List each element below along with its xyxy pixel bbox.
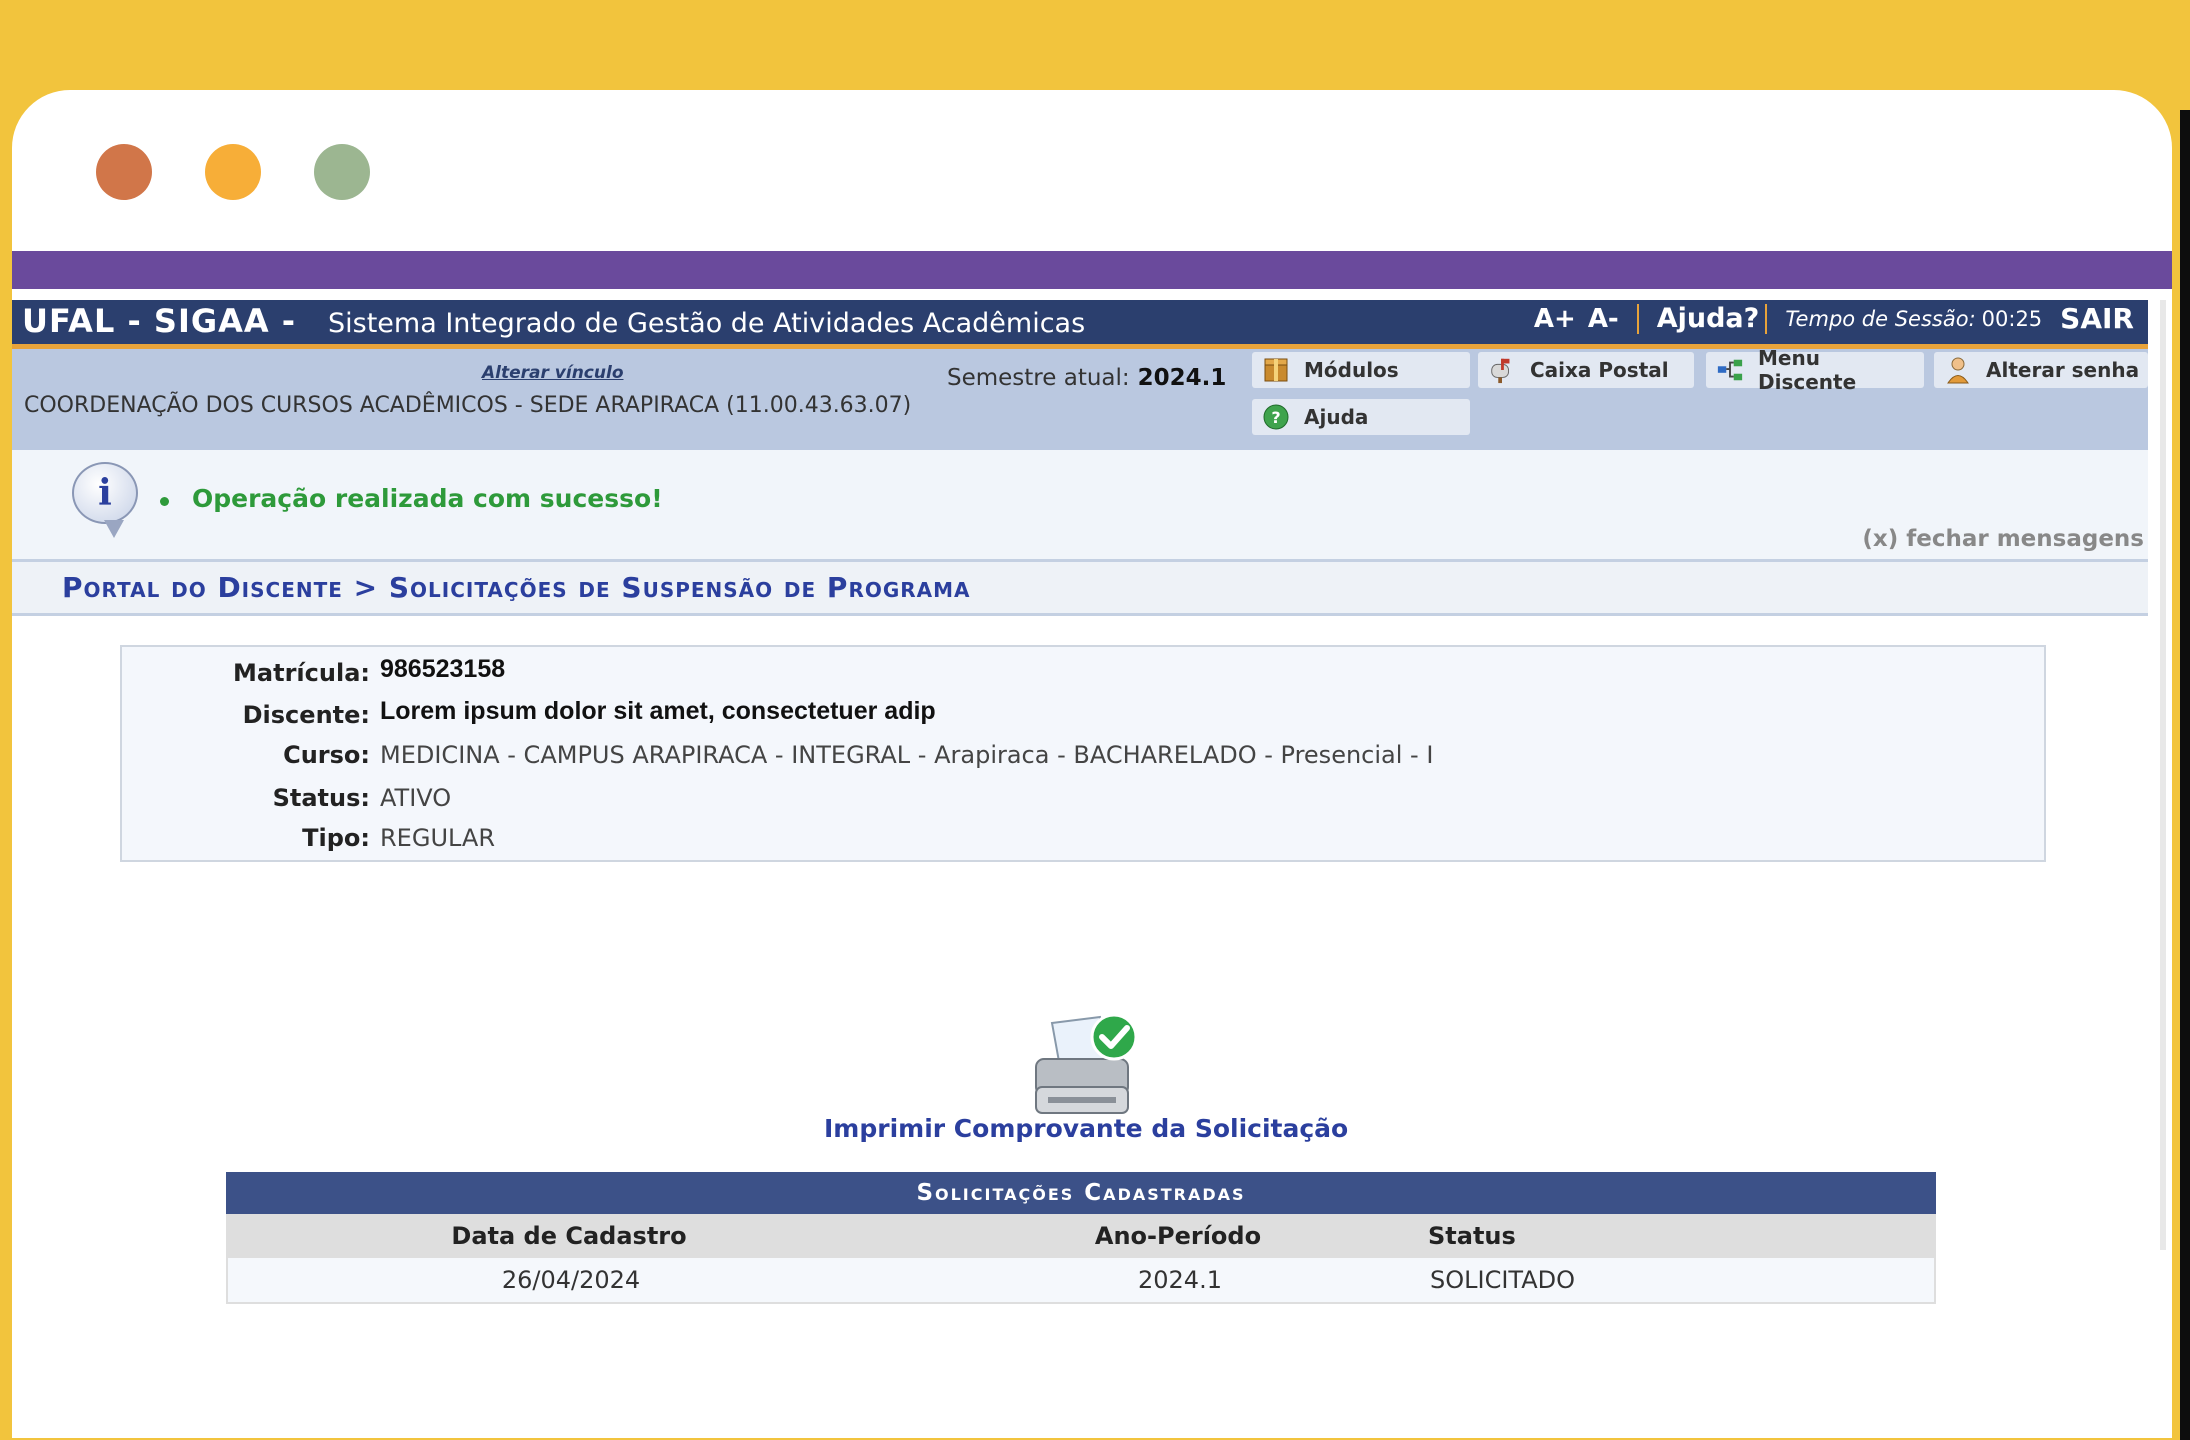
font-increase-button[interactable]: A+ [1534,304,1576,334]
window-edge [2180,110,2190,1440]
header-status: Status [1428,1222,1516,1250]
sigaa-app: UFAL - SIGAA - Sistema Integrado de Gest… [12,300,2148,1438]
session-label: Tempo de Sessão: [1785,306,1976,331]
discente-row: Discente: Lorem ipsum dolor sit amet, co… [122,697,2022,731]
app-header: UFAL - SIGAA - Sistema Integrado de Gest… [12,300,2148,349]
matricula-row: Matrícula: 986523158 [122,655,2022,689]
semester-value: 2024.1 [1137,365,1227,391]
matricula-value: 986523158 [380,655,506,683]
requests-table: Solicitações Cadastradas Data de Cadastr… [226,1172,1936,1304]
cell-status: SOLICITADO [1430,1266,1575,1294]
close-messages-link[interactable]: (x) fechar mensagens [1862,526,2144,552]
breadcrumb: Portal do Discente > Solicitações de Sus… [62,571,971,604]
logout-button[interactable]: SAIR [2060,302,2134,335]
table-header-row: Data de Cadastro Ano-Período Status [226,1214,1936,1258]
package-icon [1262,356,1290,384]
info-icon: i [72,462,138,538]
change-password-label: Alterar senha [1986,358,2140,382]
app-subtitle: Sistema Integrado de Gestão de Atividade… [328,308,1086,339]
student-info-panel: Matrícula: 986523158 Discente: Lorem ips… [120,645,2046,862]
student-menu-label: Menu Discente [1758,346,1857,394]
help-icon: ? [1262,403,1290,431]
print-receipt-link[interactable]: Imprimir Comprovante da Solicitação [824,1114,1348,1143]
help-label: Ajuda [1304,405,1369,429]
header-date: Data de Cadastro [451,1222,687,1250]
status-label: Status: [272,784,370,812]
user-info-bar: Alterar vínculo COORDENAÇÃO DOS CURSOS A… [12,346,2148,450]
mailbox-label: Caixa Postal [1530,358,1669,382]
help-link[interactable]: Ajuda? [1657,303,1760,334]
maximize-window-button[interactable] [314,144,370,200]
table-row: 26/04/2024 2024.1 SOLICITADO [226,1258,1936,1304]
svg-text:?: ? [1271,408,1280,427]
breadcrumb-bar: Portal do Discente > Solicitações de Sus… [12,559,2148,616]
header-divider [1765,303,1768,334]
curso-row: Curso: MEDICINA - CAMPUS ARAPIRACA - INT… [122,741,2022,771]
session-timer: 00:25 [1981,306,2043,331]
curso-label: Curso: [283,741,370,769]
alter-link[interactable]: Alterar vínculo [482,363,624,383]
discente-label: Discente: [242,701,370,729]
cell-date: 26/04/2024 [501,1266,641,1294]
current-semester: Semestre atual: 2024.1 [947,365,1226,391]
change-password-button[interactable]: Alterar senha [1934,352,2148,388]
tipo-row: Tipo: REGULAR [122,824,2022,854]
bullet-icon [160,497,169,506]
table-title: Solicitações Cadastradas [226,1172,1936,1214]
close-window-button[interactable] [96,144,152,200]
printer-check-icon[interactable] [1030,1013,1146,1119]
user-key-icon [1944,356,1972,384]
minimize-window-button[interactable] [205,144,261,200]
browser-window: UFAL - SIGAA - Sistema Integrado de Gest… [12,90,2172,1438]
tipo-label: Tipo: [302,824,370,852]
discente-value: Lorem ipsum dolor sit amet, consectetuer… [380,697,936,725]
app-brand: UFAL - SIGAA - [22,302,297,340]
student-menu-button[interactable]: Menu Discente [1706,346,1924,394]
help-button[interactable]: ? Ajuda [1252,399,1470,435]
curso-value: MEDICINA - CAMPUS ARAPIRACA - INTEGRAL -… [380,741,1434,769]
cell-period: 2024.1 [1138,1266,1222,1294]
scrollbar[interactable] [2160,300,2166,1250]
sitemap-icon [1716,356,1744,384]
tipo-value: REGULAR [380,824,496,852]
status-row: Status: ATIVO [122,784,2022,814]
header-tools: A+ A- Ajuda? Tempo de Sessão: 00:25 SAIR [1534,302,2134,335]
modules-button[interactable]: Módulos [1252,352,1470,388]
mailbox-button[interactable]: Caixa Postal [1478,352,1694,388]
header-divider [1636,303,1639,334]
header-period: Ano-Período [1094,1222,1262,1250]
browser-toolbar [12,251,2172,289]
mailbox-icon [1488,356,1516,384]
matricula-label: Matrícula: [233,659,370,687]
modules-label: Módulos [1304,358,1399,382]
semester-label: Semestre atual: [947,365,1130,391]
font-decrease-button[interactable]: A- [1588,304,1619,334]
success-message: Operação realizada com sucesso! [192,484,663,513]
unit-name: COORDENAÇÃO DOS CURSOS ACADÊMICOS - SEDE… [24,393,912,418]
message-area: i Operação realizada com sucesso! (x) fe… [12,450,2148,559]
status-value: ATIVO [380,784,452,812]
